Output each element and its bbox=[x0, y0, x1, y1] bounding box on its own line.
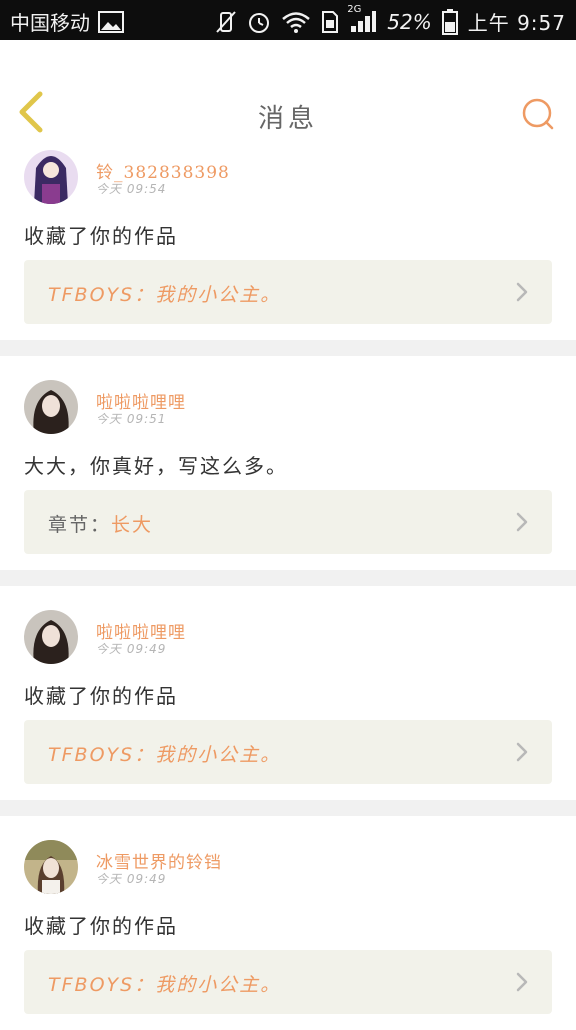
avatar[interactable] bbox=[24, 610, 78, 664]
vibrate-mute-icon bbox=[215, 10, 237, 34]
signal-icon: 2G bbox=[347, 4, 377, 34]
network-type-label: 2G bbox=[347, 3, 362, 15]
status-bar: 中国移动 2G 52% 上午 9:57 bbox=[0, 0, 576, 40]
sim-card-icon bbox=[321, 10, 339, 34]
message-text: 收藏了你的作品 bbox=[24, 224, 178, 248]
message-text: 收藏了你的作品 bbox=[24, 684, 178, 708]
message-item: 啦啦啦哩哩 今天 09:49 收藏了你的作品 TFBOYS：我的小公主。 bbox=[0, 586, 576, 800]
avatar[interactable] bbox=[24, 840, 78, 894]
chevron-right-icon bbox=[516, 972, 528, 992]
battery-percent: 52% bbox=[387, 9, 432, 34]
chevron-right-icon bbox=[516, 282, 528, 302]
divider bbox=[0, 340, 576, 356]
page-title: 消息 bbox=[257, 104, 318, 134]
chevron-right-icon bbox=[516, 742, 528, 762]
avatar[interactable] bbox=[24, 380, 78, 434]
message-item: 冰雪世界的铃铛 今天 09:49 收藏了你的作品 TFBOYS：我的小公主。 bbox=[0, 816, 576, 1030]
chapter-title: 长大 bbox=[111, 514, 154, 536]
battery-icon bbox=[441, 8, 458, 35]
chapter-label: 章节： bbox=[48, 514, 112, 536]
message-text: 收藏了你的作品 bbox=[24, 914, 178, 938]
clock-label: 上午 9:57 bbox=[467, 11, 566, 35]
wifi-icon bbox=[281, 11, 311, 33]
search-button[interactable] bbox=[520, 96, 556, 132]
work-title: TFBOYS：我的小公主。 bbox=[48, 284, 282, 306]
gallery-notification-icon bbox=[98, 10, 124, 33]
alarm-icon bbox=[247, 10, 271, 34]
message-item: 铃_382838398 今天 09:54 收藏了你的作品 TFBOYS：我的小公… bbox=[0, 148, 576, 340]
work-reference-link[interactable]: TFBOYS：我的小公主。 bbox=[24, 720, 552, 784]
message-item: 啦啦啦哩哩 今天 09:51 大大，你真好，写这么多。 章节：长大 bbox=[0, 356, 576, 570]
divider bbox=[0, 800, 576, 816]
message-time: 今天 09:51 bbox=[96, 412, 167, 426]
divider bbox=[0, 570, 576, 586]
header-bar: 消息 bbox=[0, 40, 576, 149]
message-list: 铃_382838398 今天 09:54 收藏了你的作品 TFBOYS：我的小公… bbox=[0, 148, 576, 1030]
carrier-label: 中国移动 bbox=[10, 11, 90, 35]
chevron-right-icon bbox=[516, 512, 528, 532]
work-reference-link[interactable]: TFBOYS：我的小公主。 bbox=[24, 260, 552, 324]
work-title: TFBOYS：我的小公主。 bbox=[48, 744, 282, 766]
chapter-reference-link[interactable]: 章节：长大 bbox=[24, 490, 552, 554]
message-time: 今天 09:49 bbox=[96, 642, 167, 656]
avatar[interactable] bbox=[24, 150, 78, 204]
work-title: TFBOYS：我的小公主。 bbox=[48, 974, 282, 996]
message-time: 今天 09:54 bbox=[96, 182, 167, 196]
search-icon bbox=[522, 98, 554, 130]
message-time: 今天 09:49 bbox=[96, 872, 167, 886]
message-text: 大大，你真好，写这么多。 bbox=[24, 454, 288, 478]
work-reference-link[interactable]: TFBOYS：我的小公主。 bbox=[24, 950, 552, 1014]
